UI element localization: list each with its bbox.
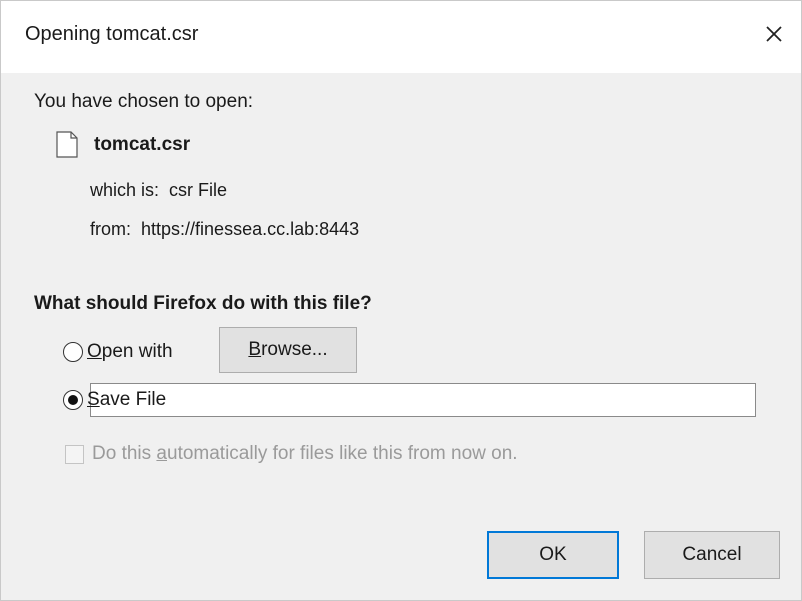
auto-action-checkbox — [65, 444, 84, 464]
auto-action-option: Do this automatically for files like thi… — [65, 443, 518, 465]
file-type-value: csr File — [169, 180, 228, 200]
open-with-radio[interactable] — [63, 342, 83, 362]
file-source-row: from: https://finessea.cc.lab:8443 — [90, 219, 359, 240]
file-type-label: which is: — [90, 180, 160, 200]
save-file-option[interactable]: Save File — [63, 389, 166, 411]
intro-text: You have chosen to open: — [34, 91, 254, 112]
close-button[interactable] — [759, 19, 789, 49]
file-source-url: https://finessea.cc.lab:8443 — [141, 219, 360, 239]
browse-button[interactable]: Browse... — [219, 327, 357, 373]
save-file-focus-box — [90, 383, 756, 417]
open-with-label[interactable]: Open with — [87, 341, 173, 363]
radio-selected-dot — [68, 395, 78, 405]
cancel-button[interactable]: Cancel — [644, 531, 780, 579]
dialog-body: You have chosen to open: tomcat.csr whic… — [1, 73, 801, 600]
save-file-radio[interactable] — [63, 390, 83, 410]
close-icon — [766, 26, 782, 42]
action-question: What should Firefox do with this file? — [34, 293, 372, 314]
auto-action-label: Do this automatically for files like thi… — [92, 443, 518, 464]
file-source-label: from: — [90, 219, 132, 239]
dialog-title: Opening tomcat.csr — [25, 23, 199, 45]
file-open-dialog: Opening tomcat.csr You have chosen to op… — [0, 0, 802, 601]
title-bar: Opening tomcat.csr — [1, 1, 801, 73]
file-info-row: tomcat.csr — [56, 131, 190, 158]
file-icon — [56, 131, 78, 158]
browse-button-label: Browse... — [248, 339, 328, 360]
file-type-row: which is: csr File — [90, 180, 227, 201]
save-file-label[interactable]: Save File — [87, 389, 166, 411]
ok-button[interactable]: OK — [487, 531, 619, 579]
file-name: tomcat.csr — [94, 133, 191, 155]
open-with-option[interactable]: Open with — [63, 341, 173, 363]
